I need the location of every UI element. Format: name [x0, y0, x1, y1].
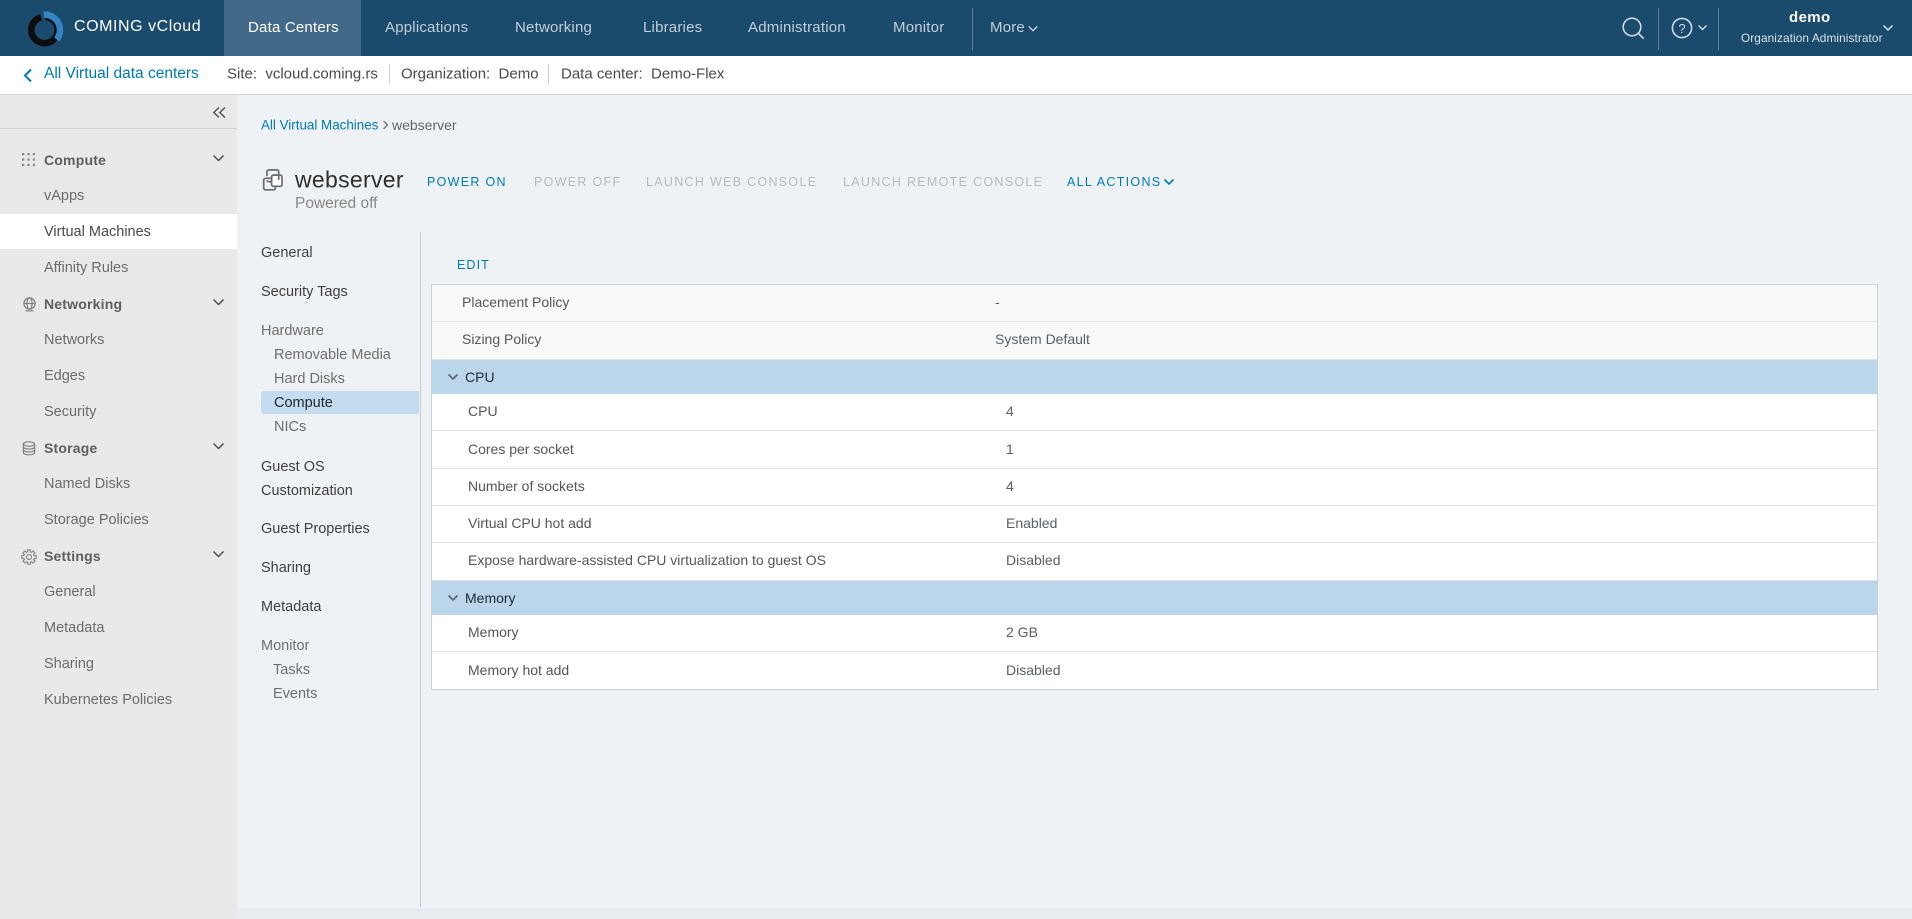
svg-text:?: ? [1678, 21, 1685, 36]
